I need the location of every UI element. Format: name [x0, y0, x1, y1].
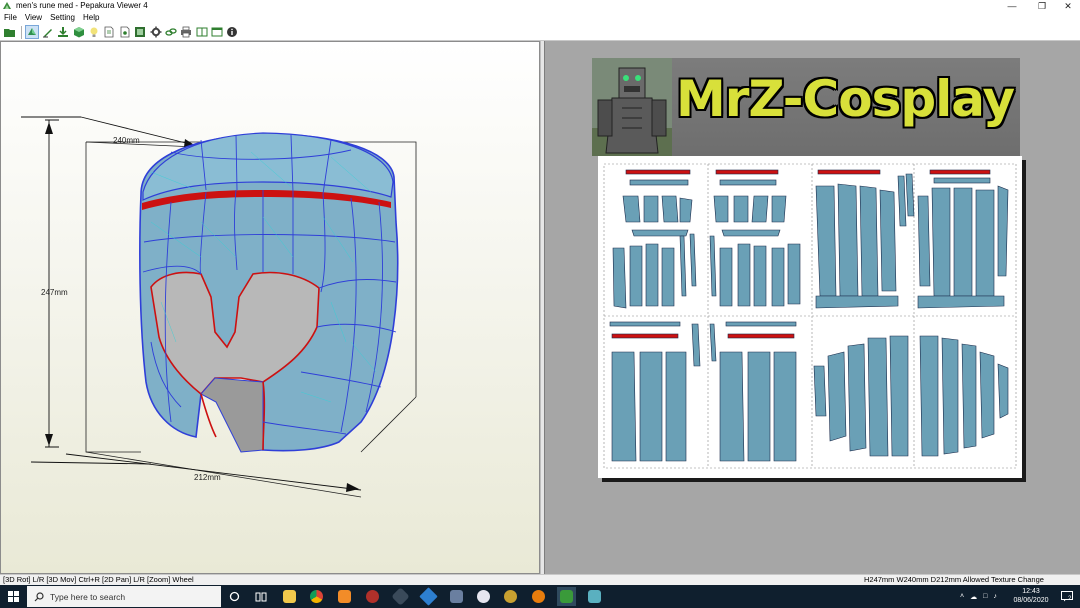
- 3d-helmet-model[interactable]: [1, 42, 540, 574]
- title-bar: men's rune med - Pepakura Viewer 4 — ❐ ✕: [0, 0, 1080, 12]
- pepakura-window: men's rune med - Pepakura Viewer 4 — ❐ ✕…: [0, 0, 1080, 608]
- 3d-view-icon[interactable]: [25, 25, 40, 39]
- dimension-depth-label: 212mm: [194, 473, 221, 482]
- status-model-info: H247mm W240mm D212mm Allowed Texture Cha…: [864, 575, 1044, 584]
- app-icon-red[interactable]: [363, 587, 382, 606]
- page-settings-icon[interactable]: [118, 25, 132, 39]
- dimension-width-label: 240mm: [113, 136, 140, 145]
- app-icon-teal[interactable]: [585, 587, 604, 606]
- network-icon[interactable]: □: [983, 593, 987, 600]
- window-icon[interactable]: [210, 25, 224, 39]
- notification-center-button[interactable]: 2: [1057, 587, 1076, 606]
- menu-file[interactable]: File: [0, 12, 21, 24]
- open-folder-icon[interactable]: [3, 25, 17, 39]
- windows-logo-icon: [7, 591, 19, 602]
- lightbulb-icon[interactable]: [87, 25, 101, 39]
- chrome-icon[interactable]: [307, 587, 326, 606]
- app-icon-gold[interactable]: [501, 587, 520, 606]
- app-icon-slate[interactable]: [447, 587, 466, 606]
- cosplay-banner: MrZ-Cosplay: [592, 58, 1020, 156]
- pattern-layout: [603, 163, 1017, 469]
- layout-icon[interactable]: [195, 25, 209, 39]
- info-icon[interactable]: [225, 25, 239, 39]
- menu-view[interactable]: View: [21, 12, 46, 24]
- helmet-shell[interactable]: [139, 132, 399, 453]
- taskbar-clock[interactable]: 12:43 08/06/2020: [1011, 587, 1051, 605]
- model-cube-icon[interactable]: [72, 25, 86, 39]
- edit-pen-icon[interactable]: [41, 25, 55, 39]
- print-icon[interactable]: [179, 25, 193, 39]
- cortana-icon[interactable]: [225, 587, 244, 606]
- menu-bar: File View Setting Help: [0, 12, 1080, 24]
- minimize-button[interactable]: —: [996, 0, 1028, 12]
- clock-time: 12:43: [1022, 588, 1040, 595]
- onedrive-icon[interactable]: ☁: [970, 593, 977, 601]
- office-app-icon[interactable]: [335, 587, 354, 606]
- windows-start-button[interactable]: [0, 585, 26, 608]
- status-bar: [3D Rot] L/R [3D Mov] Ctrl+R [2D Pan] L/…: [0, 574, 1080, 585]
- system-tray: ˄ ☁ □ ♪: [960, 585, 997, 608]
- notification-count: 2: [1068, 596, 1072, 602]
- banner-title: MrZ-Cosplay: [676, 70, 1015, 128]
- window-title: men's rune med - Pepakura Viewer 4: [16, 1, 148, 10]
- link-icon[interactable]: [164, 25, 178, 39]
- pepakura-app-icon: [3, 2, 11, 9]
- chevron-up-icon[interactable]: ˄: [960, 593, 964, 600]
- toolbar: [0, 24, 1080, 41]
- unfold-icon[interactable]: [56, 25, 70, 39]
- volume-icon[interactable]: ♪: [993, 593, 997, 600]
- close-button[interactable]: ✕: [1052, 0, 1080, 12]
- 3d-view-pane[interactable]: 240mm 247mm 212mm: [0, 41, 540, 574]
- toolbar-separator: [21, 25, 23, 39]
- search-placeholder: Type here to search: [50, 591, 126, 602]
- task-view-icon[interactable]: [251, 587, 270, 606]
- app-icon-dark[interactable]: [391, 587, 410, 606]
- robot-figure-image: [592, 58, 672, 156]
- menu-setting[interactable]: Setting: [46, 12, 79, 24]
- itunes-icon[interactable]: [474, 587, 493, 606]
- texture-icon[interactable]: [133, 25, 147, 39]
- app-icon-blue[interactable]: [419, 587, 438, 606]
- blender-icon[interactable]: [529, 587, 548, 606]
- windows-taskbar: Type here to search ˄ ☁ □ ♪ 12:43 08/06/…: [0, 585, 1080, 608]
- dimension-height-label: 247mm: [41, 288, 68, 297]
- file-explorer-icon[interactable]: [280, 587, 299, 606]
- search-icon: [34, 591, 44, 601]
- menu-help[interactable]: Help: [79, 12, 103, 24]
- unfolded-pattern-sheet[interactable]: [598, 156, 1022, 478]
- 2d-view-pane[interactable]: MrZ-Cosplay: [544, 41, 1080, 574]
- pepakura-taskbar-icon[interactable]: [557, 587, 576, 606]
- clock-date: 08/06/2020: [1013, 597, 1049, 604]
- status-controls-hint: [3D Rot] L/R [3D Mov] Ctrl+R [2D Pan] L/…: [3, 575, 194, 584]
- document-icon[interactable]: [102, 25, 116, 39]
- taskbar-search-box[interactable]: Type here to search: [27, 586, 221, 607]
- gear-icon[interactable]: [149, 25, 163, 39]
